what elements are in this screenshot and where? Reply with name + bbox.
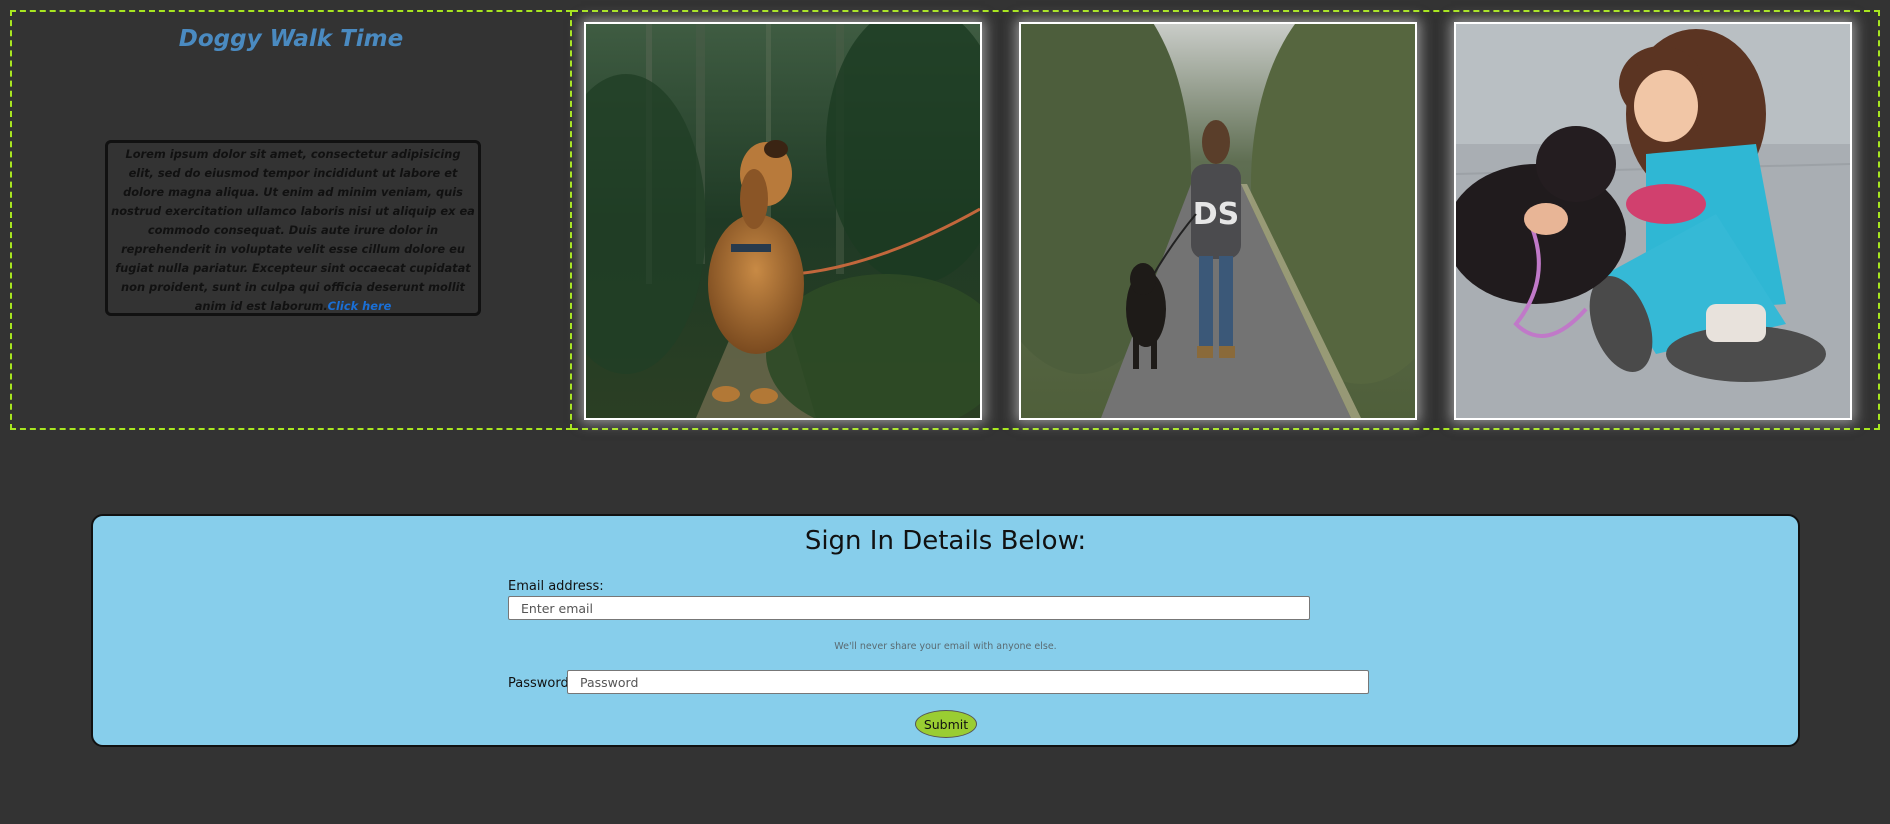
- password-label: Password:: [508, 676, 574, 691]
- click-here-link[interactable]: Click here: [328, 299, 392, 313]
- sign-in-heading: Sign In Details Below:: [804, 526, 1087, 556]
- submit-button[interactable]: Submit: [915, 710, 977, 738]
- email-label: Email address:: [508, 579, 604, 594]
- shirt-print: DS: [1193, 197, 1240, 232]
- intro-text: Lorem ipsum dolor sit amet, consectetur …: [111, 147, 475, 313]
- site-title: Doggy Walk Time: [178, 26, 404, 52]
- dog-forest-photo: [584, 22, 982, 420]
- girl-puppy-photo: [1454, 22, 1852, 420]
- photo-gallery: DS: [572, 10, 1880, 430]
- walking-dog-photo: DS: [1019, 22, 1417, 420]
- intro-panel: Doggy Walk Time Lorem ipsum dolor sit am…: [10, 10, 572, 430]
- intro-text-box: Lorem ipsum dolor sit amet, consectetur …: [105, 140, 481, 316]
- email-input[interactable]: [508, 596, 1310, 620]
- top-section: Doggy Walk Time Lorem ipsum dolor sit am…: [10, 10, 1880, 430]
- email-hint: We'll never share your email with anyone…: [834, 641, 1057, 652]
- password-input[interactable]: [567, 670, 1369, 694]
- sign-in-form: Sign In Details Below: Email address: We…: [91, 514, 1800, 747]
